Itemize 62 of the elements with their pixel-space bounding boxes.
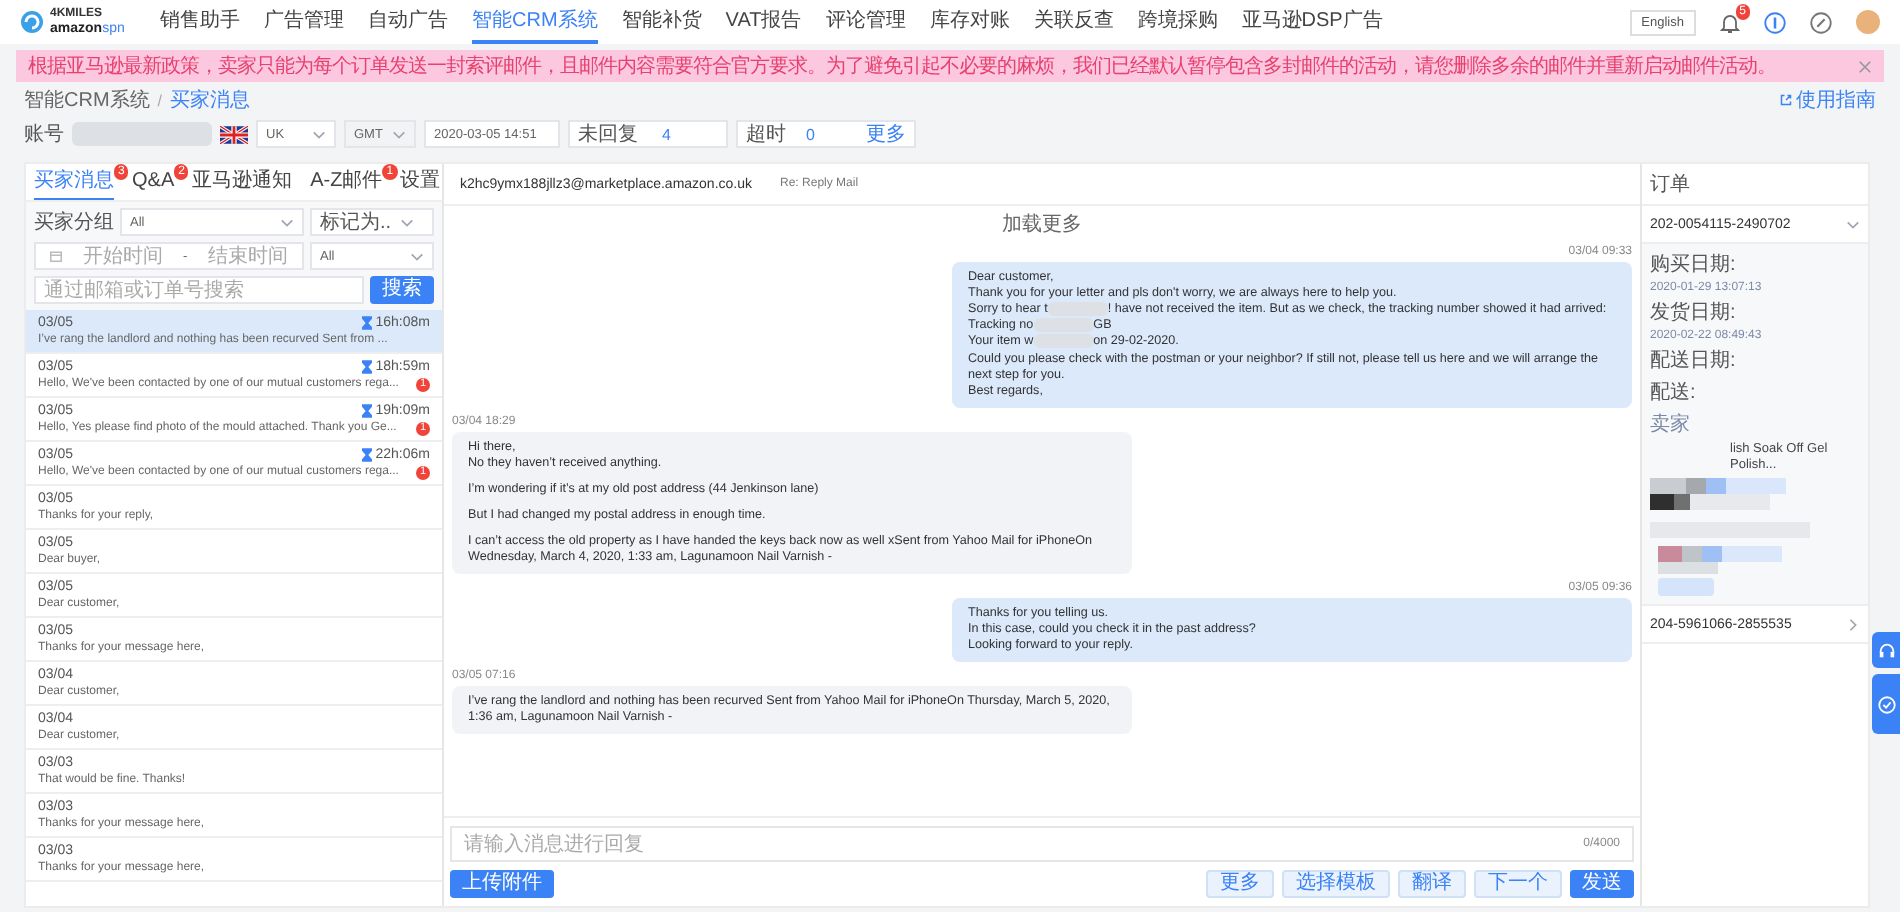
tab[interactable]: 设置 (400, 164, 441, 200)
load-more-link[interactable]: 加载更多 (1002, 210, 1082, 238)
nav-item[interactable]: 销售助手 (160, 0, 240, 44)
calendar-icon (50, 250, 63, 262)
panel-title: 订单 (1650, 171, 1690, 198)
mark-select[interactable]: 标记为.. (310, 208, 434, 236)
feedback-button[interactable] (1872, 674, 1900, 734)
chevron-icon (410, 251, 424, 261)
more-link[interactable]: 更多 (866, 120, 906, 148)
tab[interactable]: 买家消息 (34, 164, 114, 200)
field-label: 配送日期: (1650, 347, 1738, 374)
upload-button[interactable]: 上传附件 (450, 870, 554, 898)
headset-icon (1877, 641, 1895, 659)
nav-item[interactable]: 亚马逊DSP广告 (1241, 0, 1383, 44)
overdue-count[interactable]: 0 (806, 125, 815, 143)
breadcrumb-link[interactable]: 智能CRM系统 (24, 86, 150, 114)
search-button[interactable]: 搜索 (370, 276, 434, 304)
close-icon[interactable] (1858, 59, 1872, 73)
hourglass-icon (361, 316, 372, 330)
chevron-icon (399, 217, 414, 227)
nav-item[interactable]: 库存对账 (929, 0, 1010, 44)
logo-icon (20, 10, 44, 34)
field-value: 卖家 (1650, 411, 1692, 438)
unreplied-count[interactable]: 4 (662, 125, 671, 143)
tab[interactable]: A-Z邮件 (310, 164, 383, 200)
chevron-icon (280, 217, 294, 227)
nav-item[interactable]: 智能补货 (621, 0, 702, 44)
nav-item[interactable]: 广告管理 (264, 0, 344, 44)
tab[interactable]: Q&A (132, 164, 175, 200)
hourglass-icon (361, 360, 372, 374)
avatar[interactable] (1856, 10, 1880, 34)
chevron-icon (392, 129, 406, 139)
field-label: 配送: (1650, 380, 1698, 406)
link-icon[interactable] (1810, 11, 1832, 33)
nav-item[interactable]: 关联反查 (1033, 0, 1114, 44)
nav-item[interactable]: 评论管理 (825, 0, 906, 44)
field-label: 购买日期: (1650, 251, 1738, 278)
nav-item[interactable]: VAT报告 (725, 0, 802, 44)
unreplied-label: 未回复 (578, 121, 638, 148)
tab[interactable]: 亚马逊通知 (192, 164, 293, 200)
info-circle-icon[interactable] (1764, 11, 1786, 33)
group-label: 买家分组 (34, 209, 114, 236)
breadcrumb-separator: / (157, 91, 163, 109)
notice-text: 根据亚马逊最新政策，卖家只能为每个订单发送一封索评邮件，且邮件内容需要符合官方要求。为了避免引起不必要的麻烦，我们已经默认暂停包含多封邮件的活动，请您删除多余的邮件并重新启动邮件活动。 (28, 53, 1778, 80)
send-button[interactable]: 发送 (1570, 870, 1634, 898)
chevron-icon (1848, 617, 1858, 631)
account-label: 账号 (24, 121, 64, 148)
nav-item[interactable]: 跨境採购 (1137, 0, 1218, 44)
flag-icon (220, 125, 248, 143)
hourglass-icon (361, 448, 372, 462)
nav-item[interactable]: 智能CRM系统 (472, 0, 598, 44)
chevron-icon (312, 129, 326, 139)
breadcrumb-current: 买家消息 (170, 87, 251, 114)
chevron-icon (1846, 219, 1860, 229)
bell-icon[interactable] (1720, 11, 1740, 33)
support-button[interactable] (1872, 632, 1900, 668)
clipboard-icon (1877, 695, 1895, 713)
nav-item[interactable]: 自动广告 (368, 0, 448, 44)
overdue-label: 超时 (746, 121, 786, 148)
external-link-icon (1780, 94, 1792, 106)
hourglass-icon (361, 404, 372, 418)
field-label: 发货日期: (1650, 299, 1738, 326)
